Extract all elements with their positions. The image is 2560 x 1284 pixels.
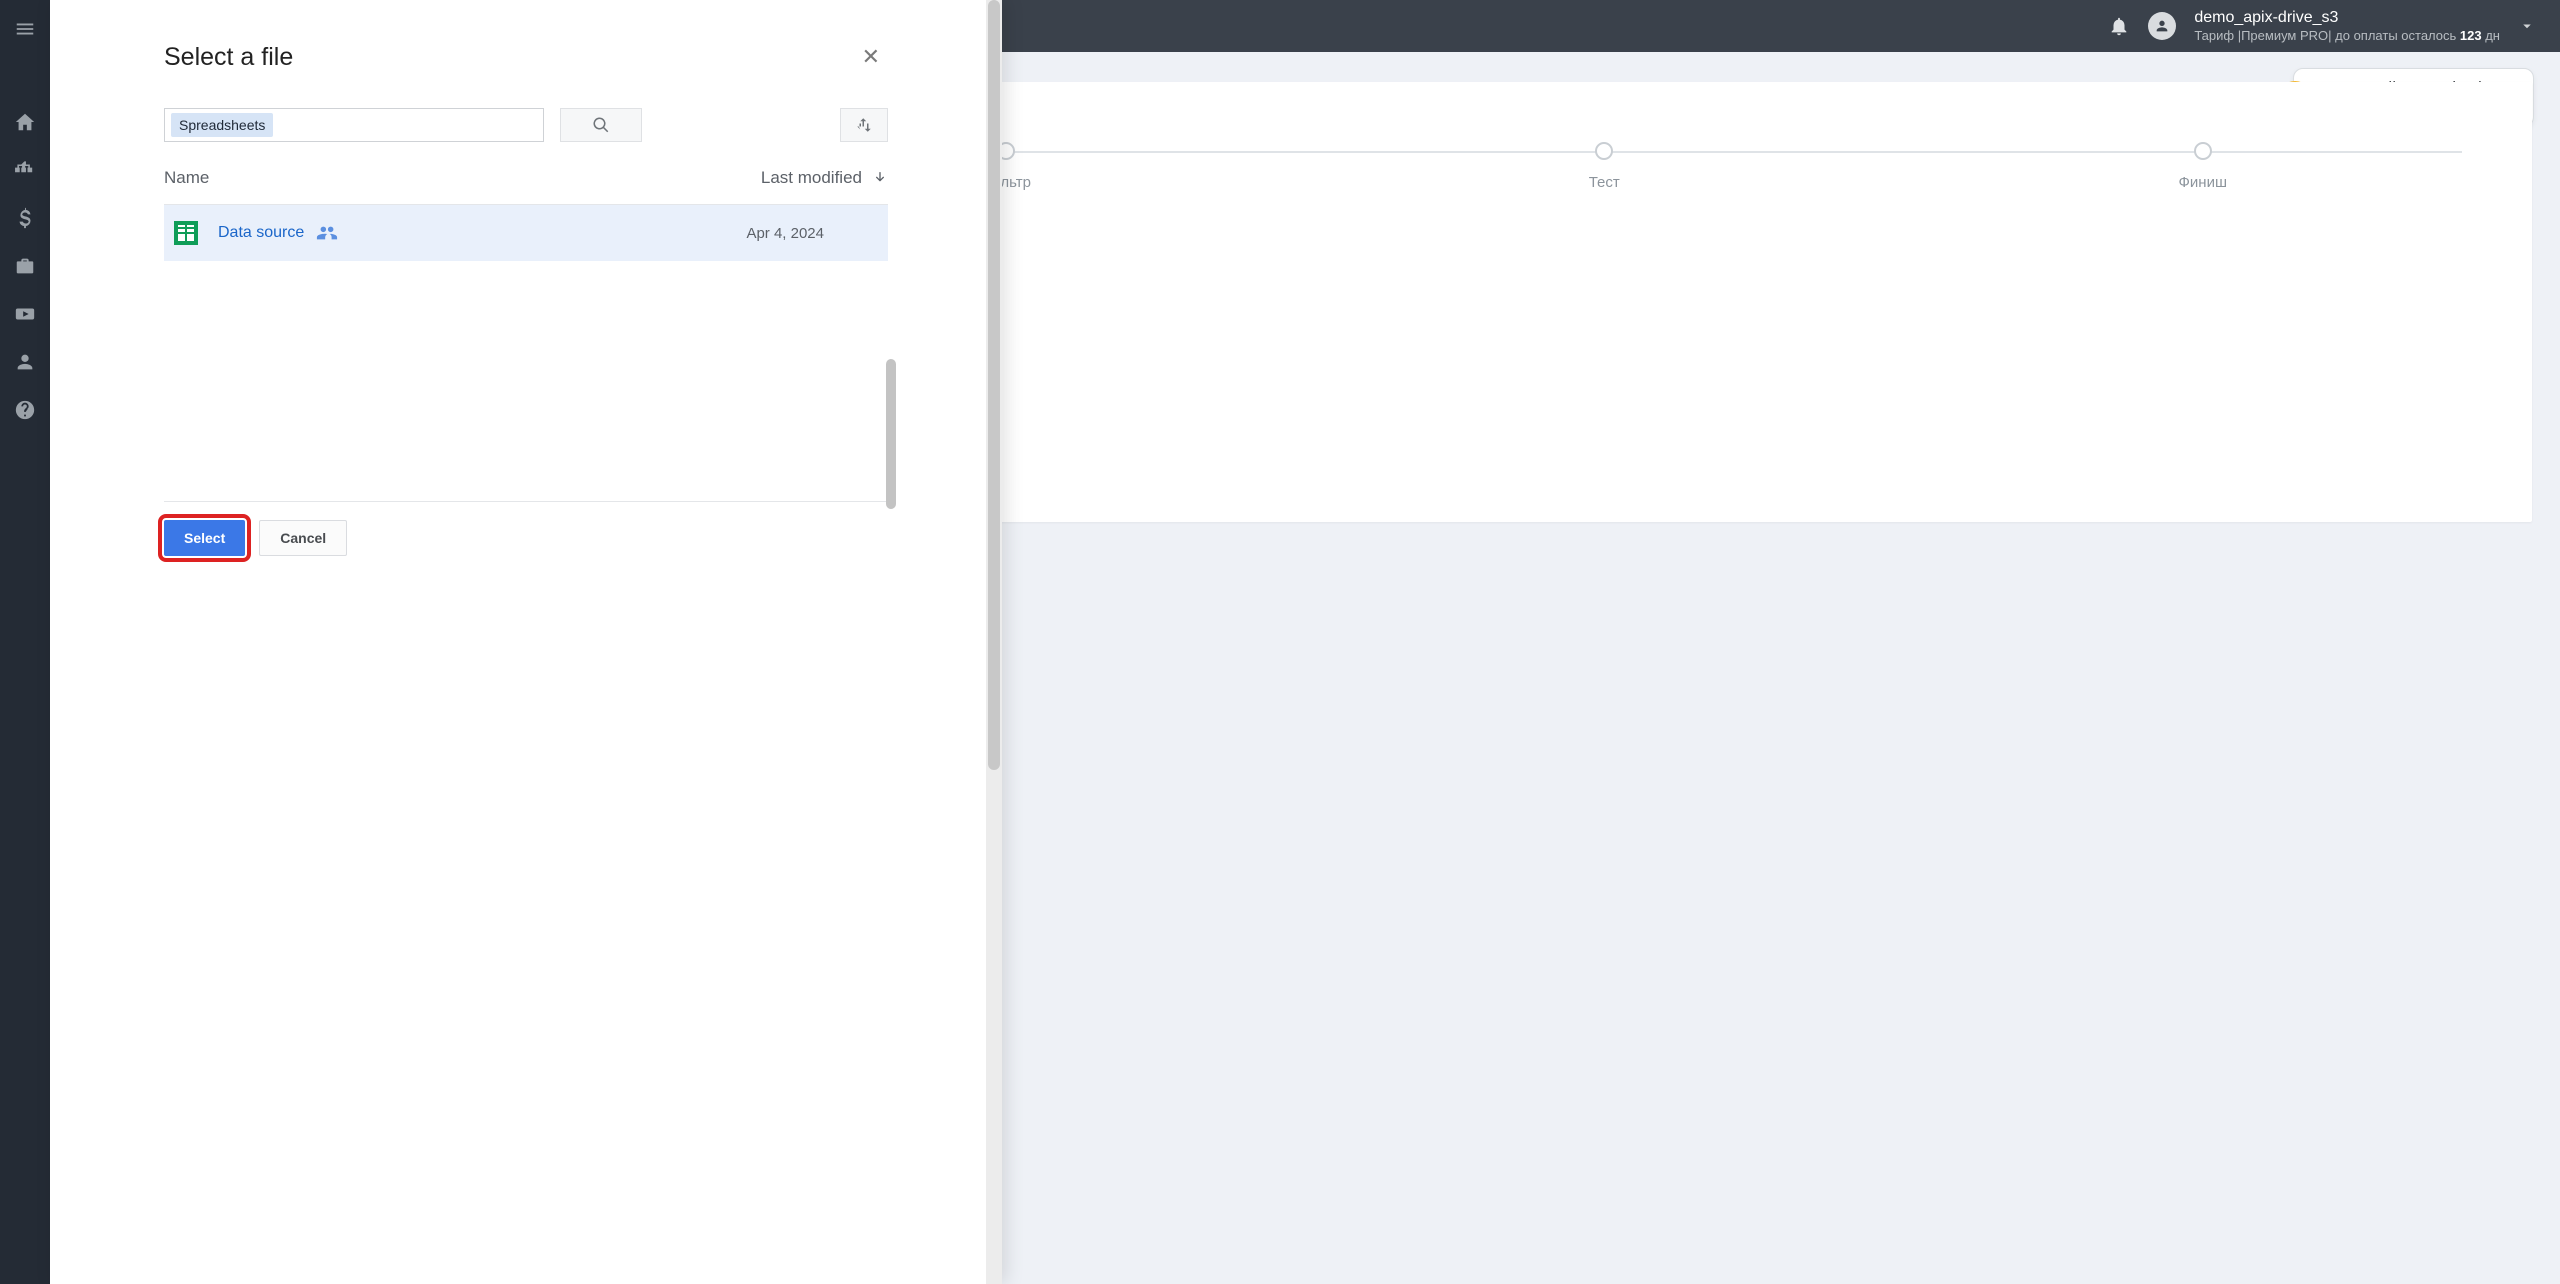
step-test[interactable]: Тест (1305, 142, 1904, 191)
filter-chip-spreadsheets[interactable]: Spreadsheets (171, 113, 273, 137)
user-name: demo_apix-drive_s3 (2194, 8, 2500, 28)
picker-title: Select a file (164, 43, 293, 72)
cancel-button[interactable]: Cancel (259, 520, 347, 556)
picker-body (164, 261, 888, 501)
sitemap-icon[interactable] (0, 146, 50, 194)
search-input[interactable]: Spreadsheets (164, 108, 544, 142)
arrow-down-icon (872, 170, 888, 186)
file-row[interactable]: Data source Apr 4, 2024 (164, 205, 888, 261)
youtube-icon[interactable] (0, 290, 50, 338)
shared-icon (316, 222, 338, 244)
avatar[interactable] (2148, 12, 2176, 40)
file-picker-overlay: Select a file ✕ Spreadsheets Name Last m… (50, 0, 1002, 1284)
column-name[interactable]: Name (164, 168, 761, 188)
table-header: Name Last modified (164, 168, 888, 205)
file-picker: Select a file ✕ Spreadsheets Name Last m… (164, 10, 888, 1284)
user-icon[interactable] (0, 338, 50, 386)
close-icon[interactable]: ✕ (854, 40, 888, 74)
menu-icon[interactable] (0, 0, 50, 58)
notifications-icon[interactable] (2108, 15, 2130, 37)
dollar-icon[interactable] (0, 194, 50, 242)
chevron-down-icon[interactable] (2518, 17, 2536, 35)
user-tariff: Тариф |Премиум PRO| до оплаты осталось 1… (2194, 28, 2500, 44)
file-date: Apr 4, 2024 (746, 225, 878, 242)
sheets-icon (174, 221, 198, 245)
select-button[interactable]: Select (164, 520, 245, 556)
help-icon[interactable] (0, 386, 50, 434)
file-name: Data source (218, 224, 304, 242)
briefcase-icon[interactable] (0, 242, 50, 290)
user-block[interactable]: demo_apix-drive_s3 Тариф |Премиум PRO| д… (2194, 8, 2500, 44)
inner-scrollbar[interactable] (886, 359, 896, 509)
column-last-modified[interactable]: Last modified (761, 168, 888, 188)
home-icon[interactable] (0, 98, 50, 146)
sort-button[interactable] (840, 108, 888, 142)
sidebar (0, 0, 50, 1284)
picker-footer: Select Cancel (164, 501, 888, 556)
scrollbar-right[interactable] (986, 0, 1002, 1284)
step-finish[interactable]: Финиш (1904, 142, 2503, 191)
search-button[interactable] (560, 108, 642, 142)
